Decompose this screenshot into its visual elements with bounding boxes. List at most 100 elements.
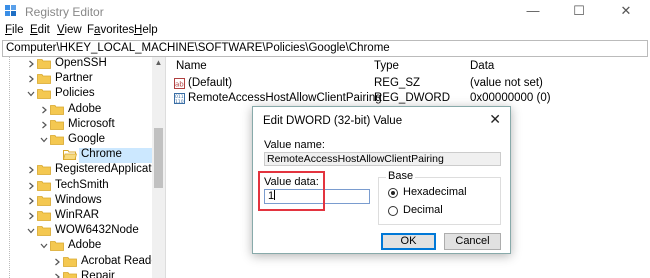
folder-icon (50, 104, 64, 115)
column-header-name[interactable]: Name (176, 60, 207, 72)
dword-value-icon: 011110 (174, 93, 185, 104)
menu-view[interactable]: View (57, 24, 82, 36)
scroll-up-icon[interactable]: ▲ (154, 59, 163, 67)
folder-icon (63, 256, 77, 267)
chevron-right-icon[interactable] (27, 60, 35, 68)
tree-item-label: Partner (55, 72, 93, 85)
cancel-button[interactable]: Cancel (444, 233, 501, 250)
folder-icon (37, 165, 51, 176)
base-label: Base (386, 170, 416, 182)
tree-item-label: WinRAR (55, 209, 100, 221)
menu-edit[interactable]: Edit (30, 24, 50, 36)
folder-icon (63, 271, 77, 278)
folder-icon (37, 226, 51, 237)
chevron-down-icon[interactable] (27, 90, 35, 98)
menu-file[interactable]: File (5, 24, 24, 36)
tree-item-policies[interactable]: Policies (0, 87, 152, 102)
folder-icon (50, 241, 64, 252)
tree-item-label: Repair (81, 269, 115, 278)
tree-item-label: Adobe (68, 102, 102, 115)
tree-item-openssh[interactable]: OpenSSH (0, 57, 152, 72)
maximize-button[interactable]: ☐ (556, 1, 602, 21)
value-type: REG_DWORD (374, 92, 451, 104)
tree-item-techsmith[interactable]: TechSmith (0, 179, 152, 194)
tree-item-wow6432node[interactable]: WOW6432Node (0, 224, 152, 239)
tree-item-label: Windows (55, 193, 102, 206)
chevron-down-icon[interactable] (40, 136, 48, 144)
tree-item-label: Adobe (68, 239, 102, 252)
tree-item-label: RegisteredApplication (55, 163, 166, 176)
folder-icon (37, 211, 51, 221)
folder-icon (37, 89, 51, 100)
value-type: REG_SZ (374, 77, 421, 89)
close-button[interactable]: ✕ (603, 1, 649, 21)
base-group: Base Hexadecimal Decimal (378, 170, 501, 225)
chevron-right-icon[interactable] (53, 258, 61, 266)
chevron-right-icon[interactable] (27, 75, 35, 83)
value-data-highlight-box (258, 171, 325, 211)
decimal-label[interactable]: Decimal (403, 204, 443, 216)
tree-item-google[interactable]: Google (0, 133, 152, 148)
tree-item-partner[interactable]: Partner (0, 72, 152, 87)
ok-button[interactable]: OK (381, 233, 436, 250)
tree-item-registeredapplication[interactable]: RegisteredApplication (0, 163, 165, 178)
list-row-remoteaccess[interactable]: 011 110 RemoteAccessHostAllowClientPairin… (174, 92, 644, 107)
tree-item-microsoft[interactable]: Microsoft (0, 118, 152, 133)
tree-item-adobe[interactable]: Adobe (0, 103, 152, 118)
hexadecimal-radio[interactable] (388, 188, 398, 198)
chevron-right-icon[interactable] (40, 106, 48, 114)
chevron-right-icon[interactable] (27, 197, 35, 205)
tree-item-label: TechSmith (55, 178, 109, 191)
chevron-right-icon[interactable] (27, 182, 35, 190)
tree-item-label: Policies (55, 87, 95, 100)
value-name: (Default) (188, 77, 233, 89)
minimize-button[interactable]: — (510, 1, 556, 21)
registry-editor-icon (5, 5, 16, 16)
folder-icon (50, 119, 64, 130)
value-name-field: RemoteAccessHostAllowClientPairing (264, 152, 501, 166)
value-name-label: Value name: (264, 139, 325, 151)
dialog-close-icon[interactable]: ✕ (489, 111, 501, 128)
chevron-right-icon[interactable] (53, 273, 61, 278)
edit-dword-dialog: Edit DWORD (32-bit) Value ✕ Value name: … (252, 106, 511, 254)
title-bar: Registry Editor — ☐ ✕ (0, 0, 650, 22)
tree-item-chrome[interactable]: Chrome (0, 148, 152, 164)
value-data: (value not set) (470, 77, 543, 89)
folder-icon (37, 74, 51, 85)
decimal-radio[interactable] (388, 206, 398, 216)
menu-help[interactable]: Help (134, 24, 158, 36)
column-header-type[interactable]: Type (374, 60, 399, 72)
chevron-right-icon[interactable] (40, 121, 48, 129)
tree-scrollbar[interactable]: ▲ (152, 57, 165, 278)
registry-editor-window: Registry Editor — ☐ ✕ File Edit View Fav… (0, 0, 650, 278)
window-title: Registry Editor (25, 5, 104, 19)
chevron-right-icon[interactable] (27, 212, 35, 220)
tree-item-acrobat-reader[interactable]: Acrobat Reader (0, 255, 162, 270)
chevron-right-icon[interactable] (27, 166, 35, 174)
string-value-icon: ab (174, 78, 185, 89)
svg-text:ab: ab (175, 81, 184, 89)
tree-item-windows[interactable]: Windows (0, 194, 152, 209)
scrollbar-thumb[interactable] (154, 128, 163, 188)
folder-icon (37, 180, 51, 191)
value-data: 0x00000000 (0) (470, 92, 551, 104)
tree-item-label: Microsoft (68, 117, 115, 130)
registry-tree: OpenSSH Partner Policies Adobe Microsoft Goog… (0, 57, 166, 278)
tree-item-label: Chrome (81, 148, 122, 161)
menu-favorites[interactable]: Favorites (87, 24, 134, 36)
address-bar[interactable]: Computer\HKEY_LOCAL_MACHINE\SOFTWARE\Pol… (2, 40, 648, 57)
chevron-down-icon[interactable] (40, 242, 48, 250)
tree-item-repair[interactable]: Repair (0, 270, 152, 278)
folder-icon (37, 195, 51, 206)
folder-icon (37, 59, 51, 69)
list-row-default[interactable]: ab (Default) REG_SZ (value not set) (174, 77, 644, 92)
chevron-down-icon[interactable] (27, 227, 35, 235)
menu-bar: File Edit View Favorites Help (0, 23, 650, 40)
folder-icon (50, 135, 64, 145)
column-header-data[interactable]: Data (470, 60, 494, 72)
tree-item-label: WOW6432Node (55, 224, 139, 237)
tree-item-adobe[interactable]: Adobe (0, 239, 152, 254)
tree-item-winrar[interactable]: WinRAR (0, 209, 152, 224)
hexadecimal-label[interactable]: Hexadecimal (403, 186, 467, 198)
svg-text:110: 110 (175, 99, 184, 104)
